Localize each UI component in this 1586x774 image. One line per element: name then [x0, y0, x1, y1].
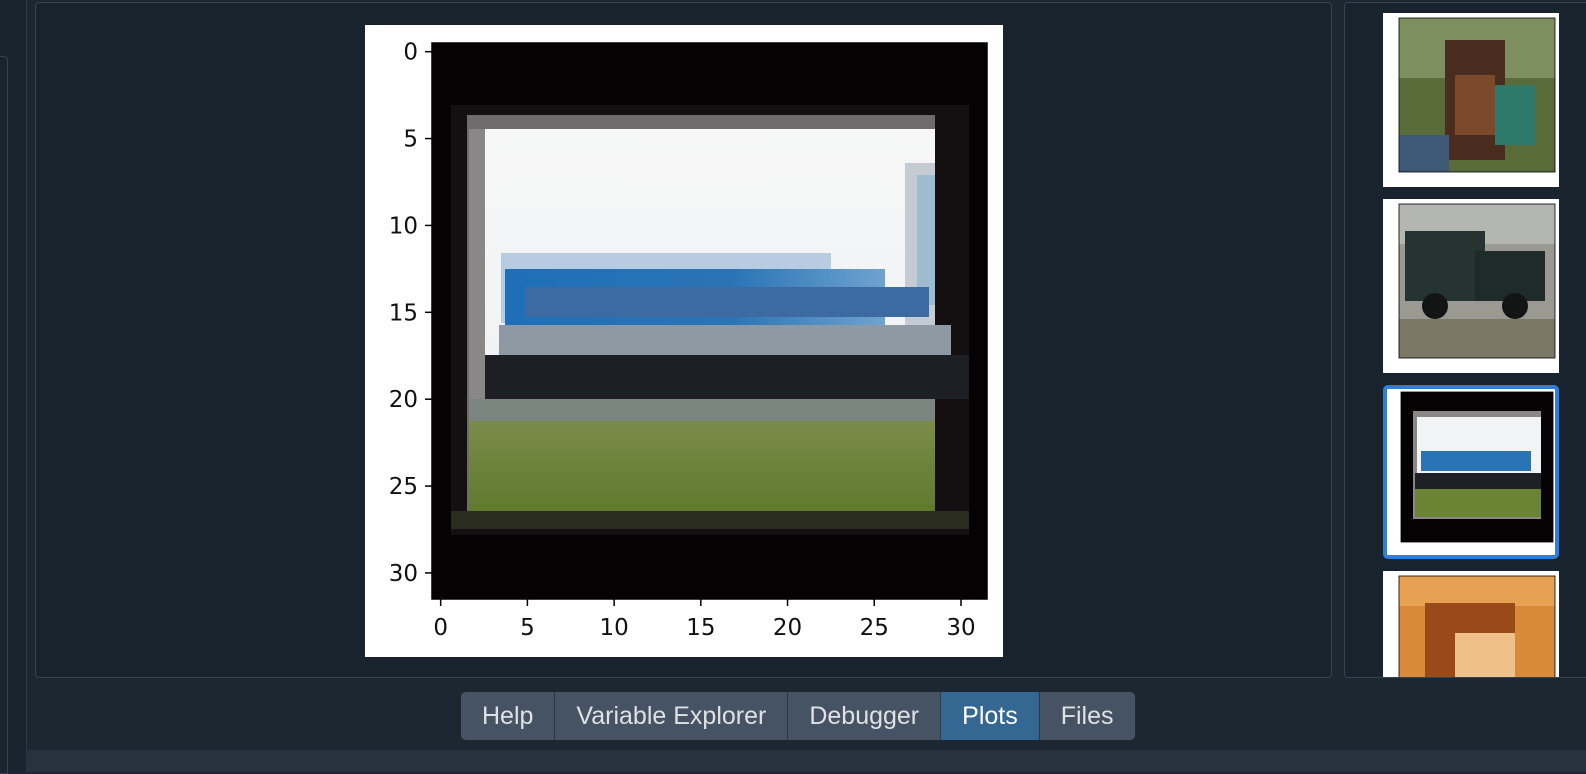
thumbnail-dog[interactable]	[1383, 571, 1559, 677]
x-tick-label: 25	[860, 615, 889, 641]
x-tick-label: 5	[520, 615, 535, 641]
plot-viewer-pane: 0 5 10 15 20 25 30 0 5 10 15 20 25 30	[35, 2, 1332, 678]
left-dock-edge	[0, 0, 27, 774]
y-tick-label: 10	[389, 213, 418, 239]
left-dock-border	[0, 56, 8, 774]
status-strip	[26, 750, 1586, 772]
image-pixels	[431, 42, 988, 600]
y-axis: 0 5 10 15 20 25 30	[389, 40, 432, 587]
x-tick-label: 20	[773, 615, 802, 641]
thumbnail-truck[interactable]	[1383, 199, 1559, 373]
thumbnail-bird[interactable]	[1383, 13, 1559, 187]
x-tick-label: 0	[433, 615, 448, 641]
plot-figure[interactable]: 0 5 10 15 20 25 30 0 5 10 15 20 25 30	[365, 25, 1003, 657]
y-tick-label: 20	[389, 387, 418, 413]
y-tick-label: 25	[389, 474, 418, 500]
y-tick-label: 0	[403, 40, 418, 66]
y-tick-label: 30	[389, 561, 418, 587]
tab-help[interactable]: Help	[461, 692, 556, 740]
bottom-tabbar: Help Variable Explorer Debugger Plots Fi…	[461, 692, 1135, 740]
x-tick-label: 15	[686, 615, 715, 641]
thumbnail-airplane[interactable]	[1383, 385, 1559, 559]
tab-debugger[interactable]: Debugger	[788, 692, 942, 740]
image-plot: 0 5 10 15 20 25 30 0 5 10 15 20 25 30	[389, 40, 988, 641]
y-tick-label: 5	[403, 127, 418, 153]
plot-thumbnails-panel[interactable]	[1344, 2, 1586, 678]
x-axis: 0 5 10 15 20 25 30	[433, 599, 976, 641]
x-tick-label: 30	[946, 615, 975, 641]
x-tick-label: 10	[599, 615, 628, 641]
tab-variable-explorer[interactable]: Variable Explorer	[555, 692, 789, 740]
tab-plots[interactable]: Plots	[941, 692, 1040, 740]
y-tick-label: 15	[389, 300, 418, 326]
tab-files[interactable]: Files	[1039, 692, 1135, 740]
